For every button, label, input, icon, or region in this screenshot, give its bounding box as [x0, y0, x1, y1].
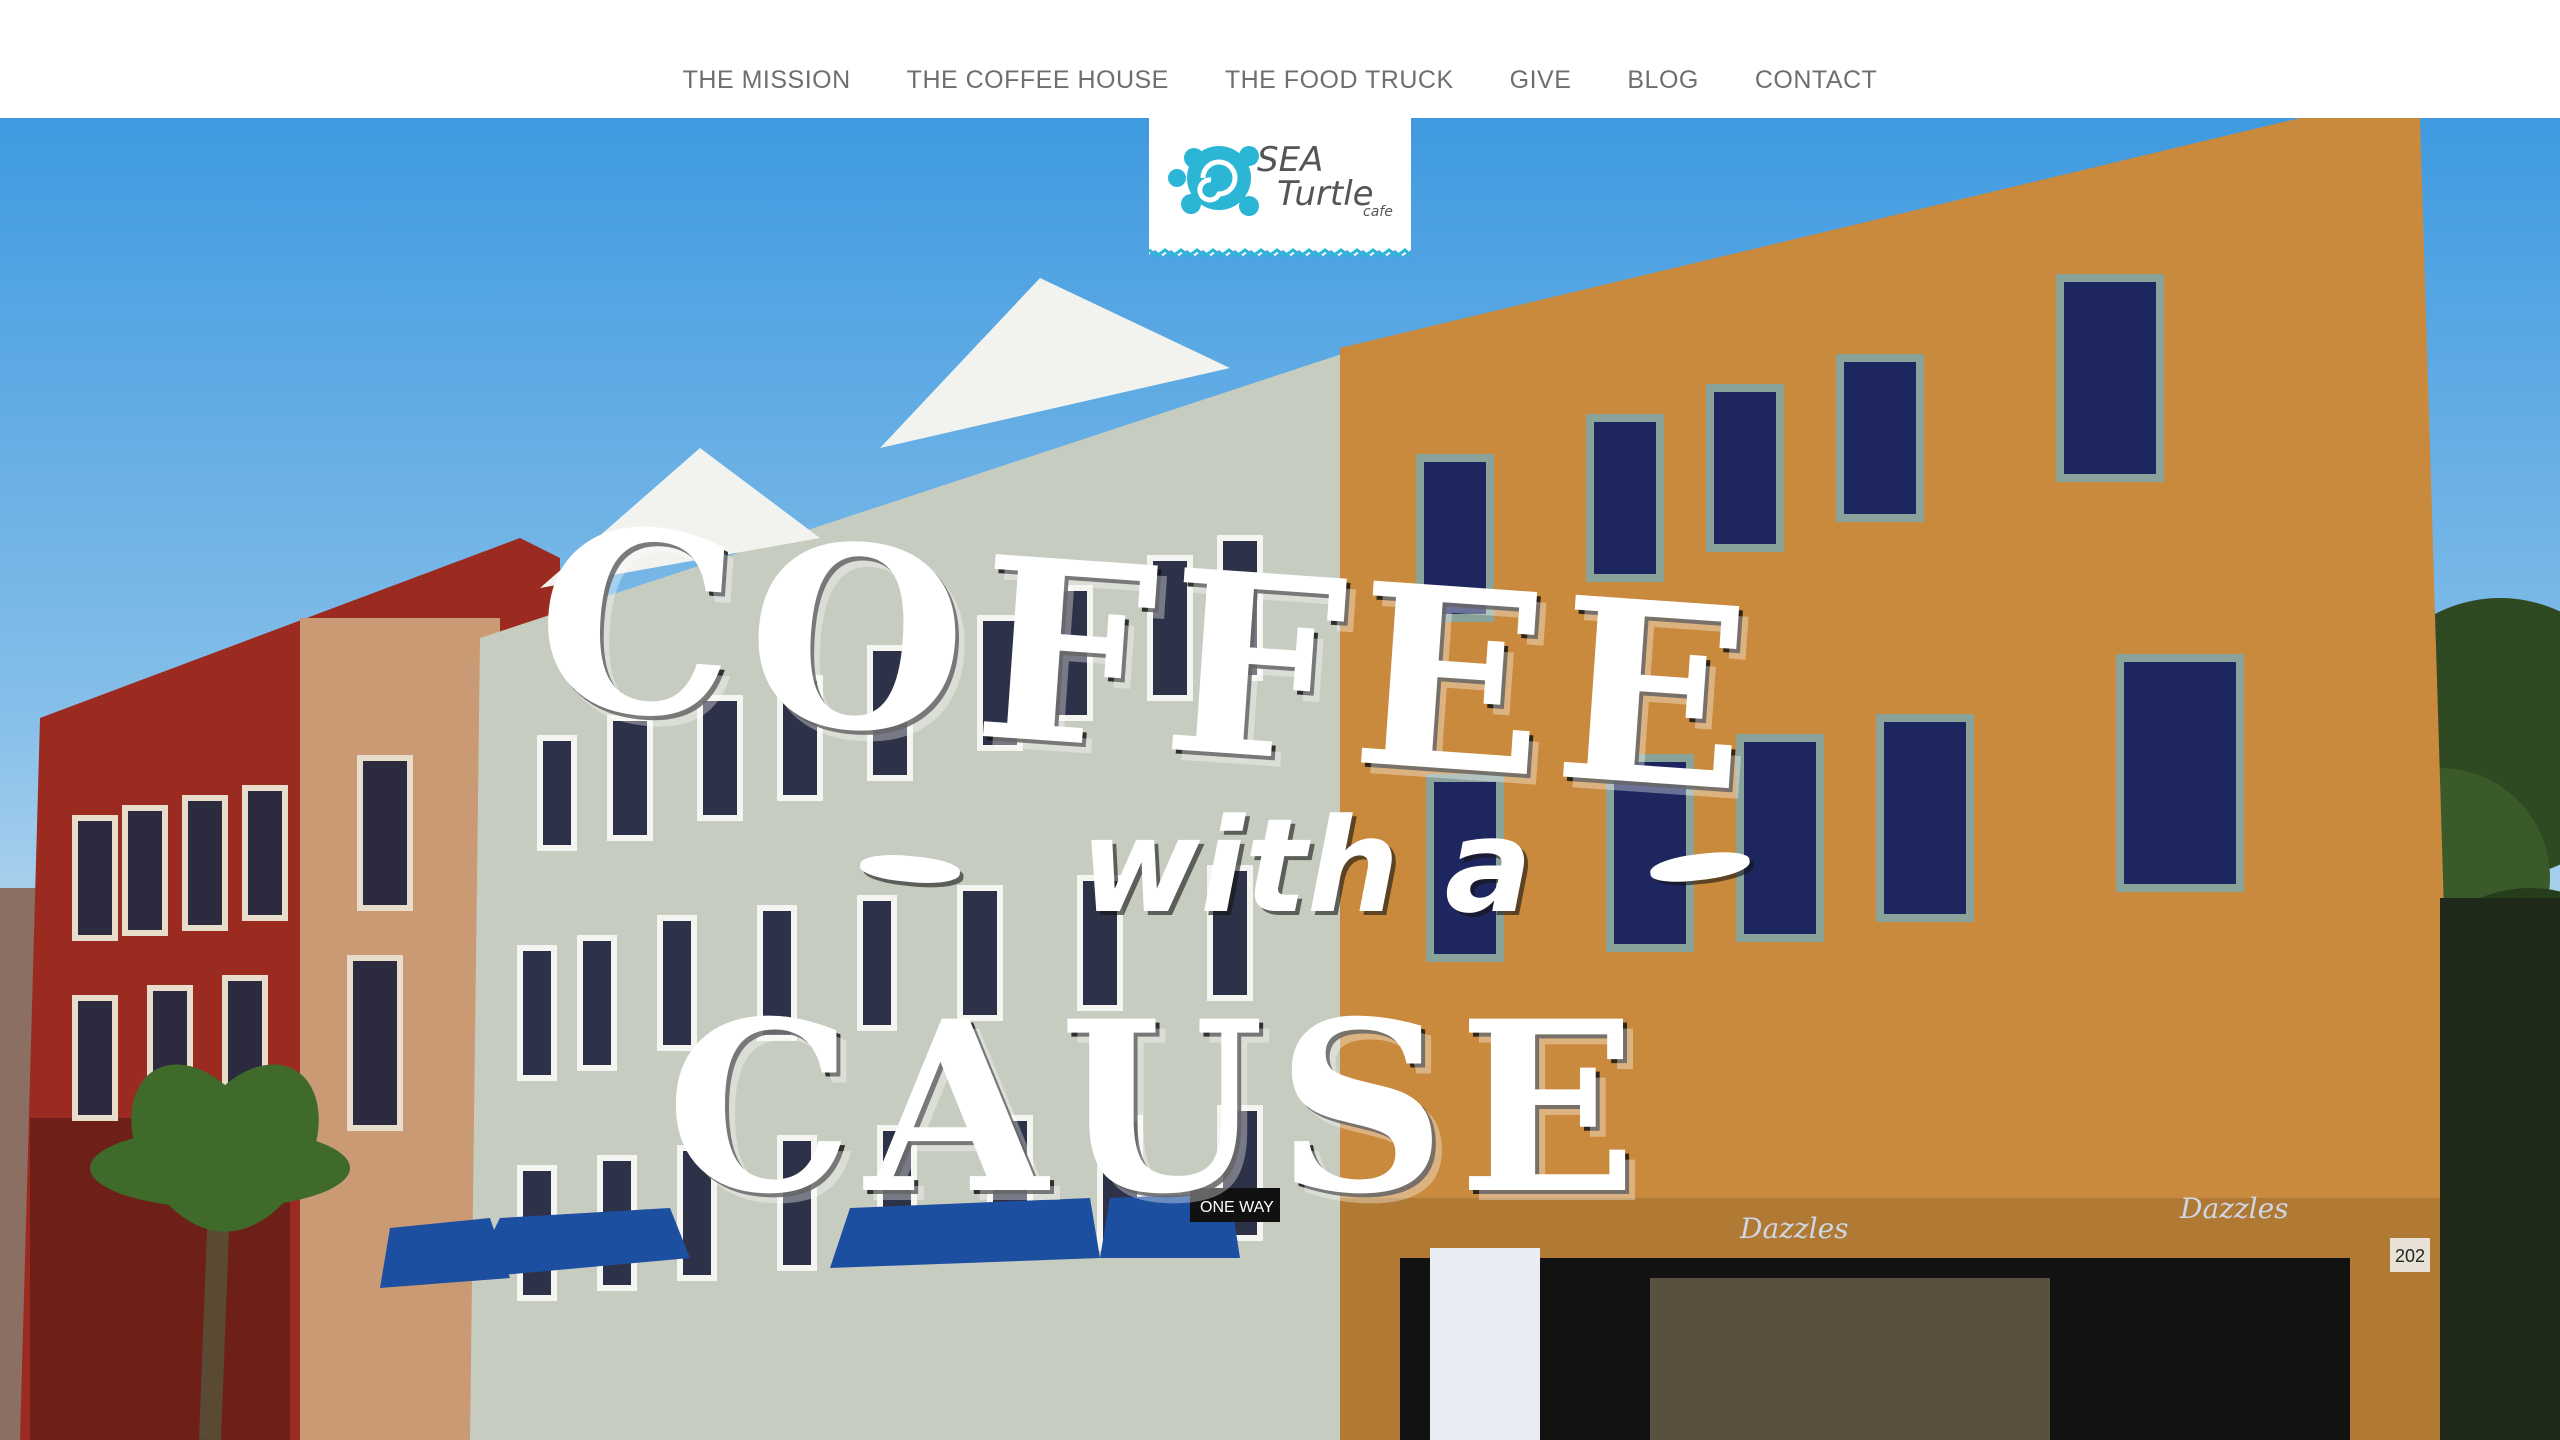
street-buildings-illustration: ONE WAY Dazzles Dazzles 202: [0, 118, 2560, 1440]
store-sign-left: Dazzles: [1739, 1212, 1849, 1245]
address-plate: 202: [2395, 1246, 2425, 1266]
store-sign-right: Dazzles: [2179, 1192, 2289, 1225]
main-nav: THE MISSION THE COFFEE HOUSE THE FOOD TR…: [0, 66, 2560, 95]
nav-item-contact[interactable]: CONTACT: [1727, 66, 1905, 95]
logo-text-turtle: Turtle: [1277, 174, 1374, 214]
hero-photo: ONE WAY Dazzles Dazzles 202: [0, 118, 2560, 1440]
one-way-sign: ONE WAY: [1200, 1199, 1274, 1216]
nav-item-give[interactable]: GIVE: [1482, 66, 1600, 95]
logo-text-cafe: cafe: [1363, 204, 1393, 220]
sea-turtle-cafe-logo[interactable]: SEA Turtle cafe: [1149, 118, 1411, 258]
nav-item-blog[interactable]: BLOG: [1599, 66, 1726, 95]
nav-item-the-food-truck[interactable]: THE FOOD TRUCK: [1197, 66, 1482, 95]
nav-item-the-mission[interactable]: THE MISSION: [655, 66, 879, 95]
nav-item-the-coffee-house[interactable]: THE COFFEE HOUSE: [879, 66, 1197, 95]
top-nav-bar: THE MISSION THE COFFEE HOUSE THE FOOD TR…: [0, 0, 2560, 118]
